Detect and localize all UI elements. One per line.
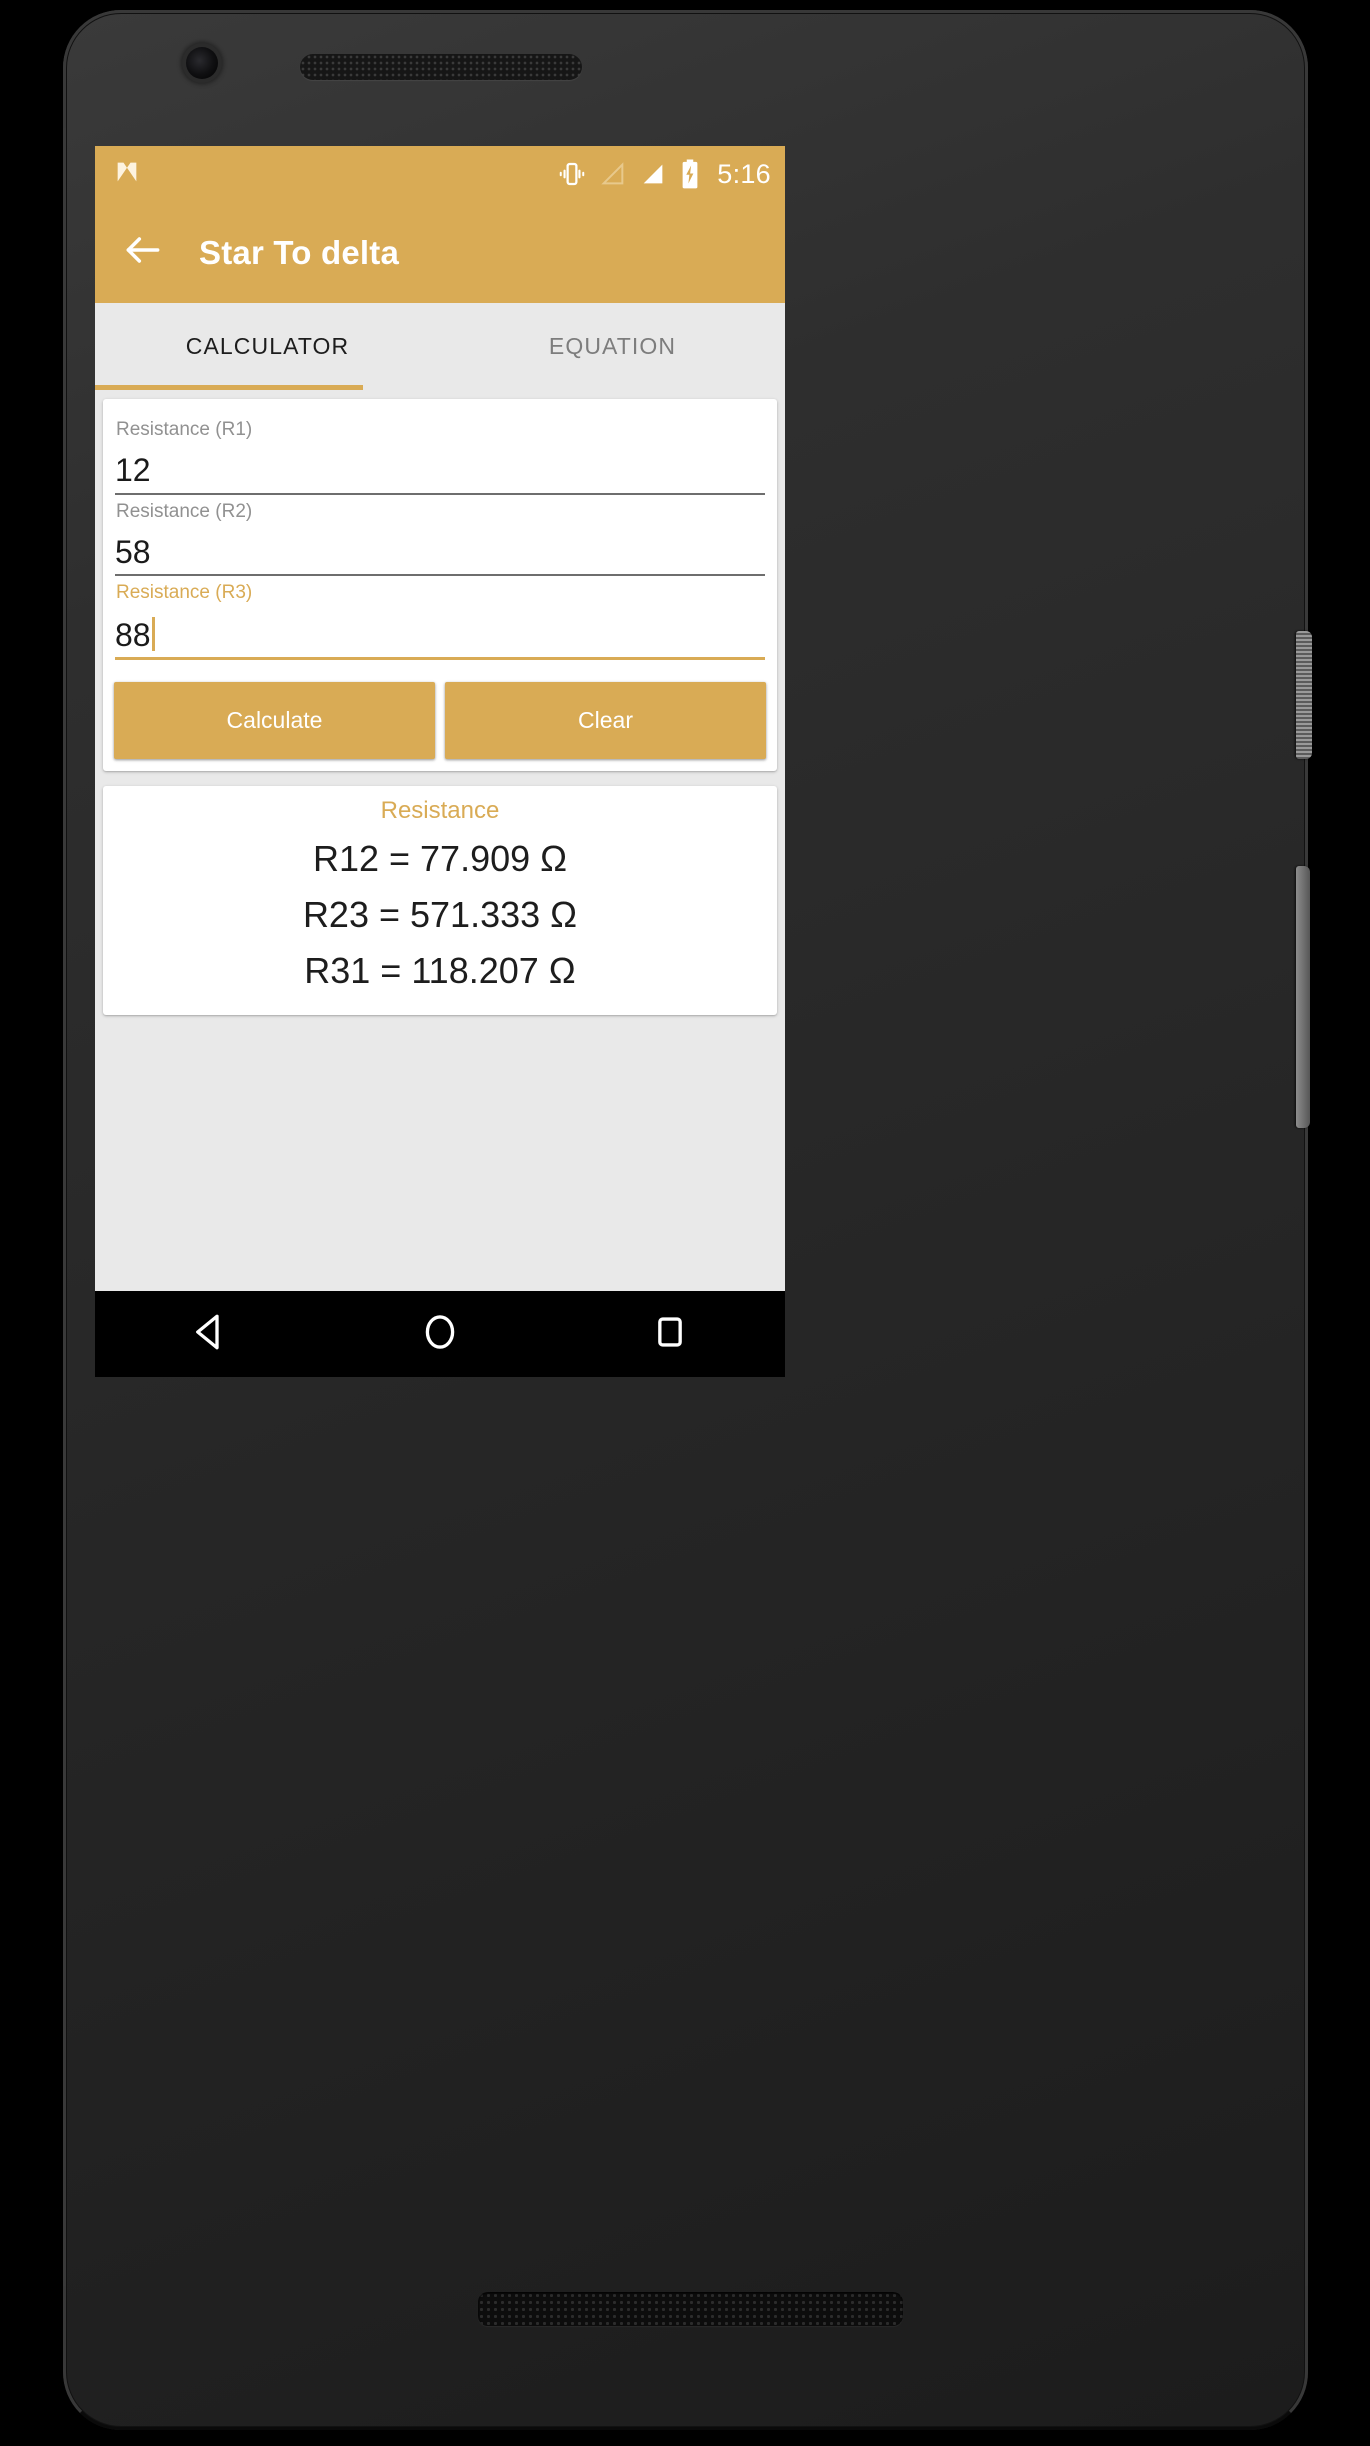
nav-back-button[interactable] xyxy=(167,1291,253,1377)
calculator-input-card: Resistance (R1) 12 Resistance (R2) 58 Re… xyxy=(103,399,777,772)
nav-home-button[interactable] xyxy=(397,1291,483,1377)
earpiece-speaker-grille xyxy=(300,54,582,80)
field-resistance-r3[interactable]: Resistance (R3) 88 xyxy=(113,582,767,661)
tab-bar: CALCULATOR EQUATION xyxy=(95,303,785,390)
battery-charging-icon xyxy=(679,159,701,189)
action-button-row: Calculate Clear xyxy=(113,682,767,760)
front-camera-icon xyxy=(186,47,218,79)
input-row-r2[interactable]: 58 xyxy=(115,535,765,577)
signal-cellular-2-icon xyxy=(639,160,667,188)
triangle-left-icon xyxy=(189,1311,231,1358)
input-row-r3[interactable]: 88 xyxy=(115,617,765,661)
tab-equation[interactable]: EQUATION xyxy=(440,303,785,390)
bottom-speaker-grille xyxy=(478,2292,903,2326)
app-bar: Star To delta xyxy=(95,202,785,303)
resistance-r3-input[interactable]: 88 xyxy=(115,618,151,653)
resistance-r2-input[interactable]: 58 xyxy=(115,535,151,570)
results-card: Resistance R12 = 77.909 Ω R23 = 571.333 … xyxy=(103,786,777,1015)
arrow-left-icon xyxy=(121,228,165,277)
field-label-r3: Resistance (R3) xyxy=(116,582,253,604)
field-resistance-r2[interactable]: Resistance (R2) 58 xyxy=(113,501,767,577)
circle-icon xyxy=(419,1311,461,1358)
page-title: Star To delta xyxy=(199,233,400,271)
input-row-r1[interactable]: 12 xyxy=(115,453,765,495)
phone-screen: 5:16 Star To delta CALCULATOR EQUATION R… xyxy=(95,146,785,1377)
resistance-r1-input[interactable]: 12 xyxy=(115,453,151,488)
text-cursor xyxy=(151,617,155,652)
volume-rocker-button[interactable] xyxy=(1296,866,1310,1128)
nav-recents-button[interactable] xyxy=(627,1291,713,1377)
clear-button[interactable]: Clear xyxy=(445,682,766,760)
field-resistance-r1[interactable]: Resistance (R1) 12 xyxy=(113,419,767,495)
result-line-r23: R23 = 571.333 Ω xyxy=(302,893,578,935)
field-label-r2: Resistance (R2) xyxy=(116,500,253,522)
result-line-r12: R12 = 77.909 Ω xyxy=(312,838,568,880)
result-line-r31: R31 = 118.207 Ω xyxy=(304,949,576,991)
android-navigation-bar xyxy=(95,1291,785,1377)
power-button[interactable] xyxy=(1296,631,1312,759)
square-icon xyxy=(649,1311,691,1358)
tab-active-indicator xyxy=(95,385,363,390)
back-button[interactable] xyxy=(114,224,172,282)
field-label-r1: Resistance (R1) xyxy=(116,419,253,440)
calculate-button[interactable]: Calculate xyxy=(114,682,435,760)
results-title: Resistance xyxy=(380,797,500,825)
android-nougat-logo-icon xyxy=(113,158,141,191)
status-bar: 5:16 xyxy=(95,146,785,202)
tab-calculator[interactable]: CALCULATOR xyxy=(95,303,440,390)
status-clock: 5:16 xyxy=(717,158,771,189)
vibrate-icon xyxy=(557,159,587,189)
signal-cellular-1-icon xyxy=(599,160,627,188)
